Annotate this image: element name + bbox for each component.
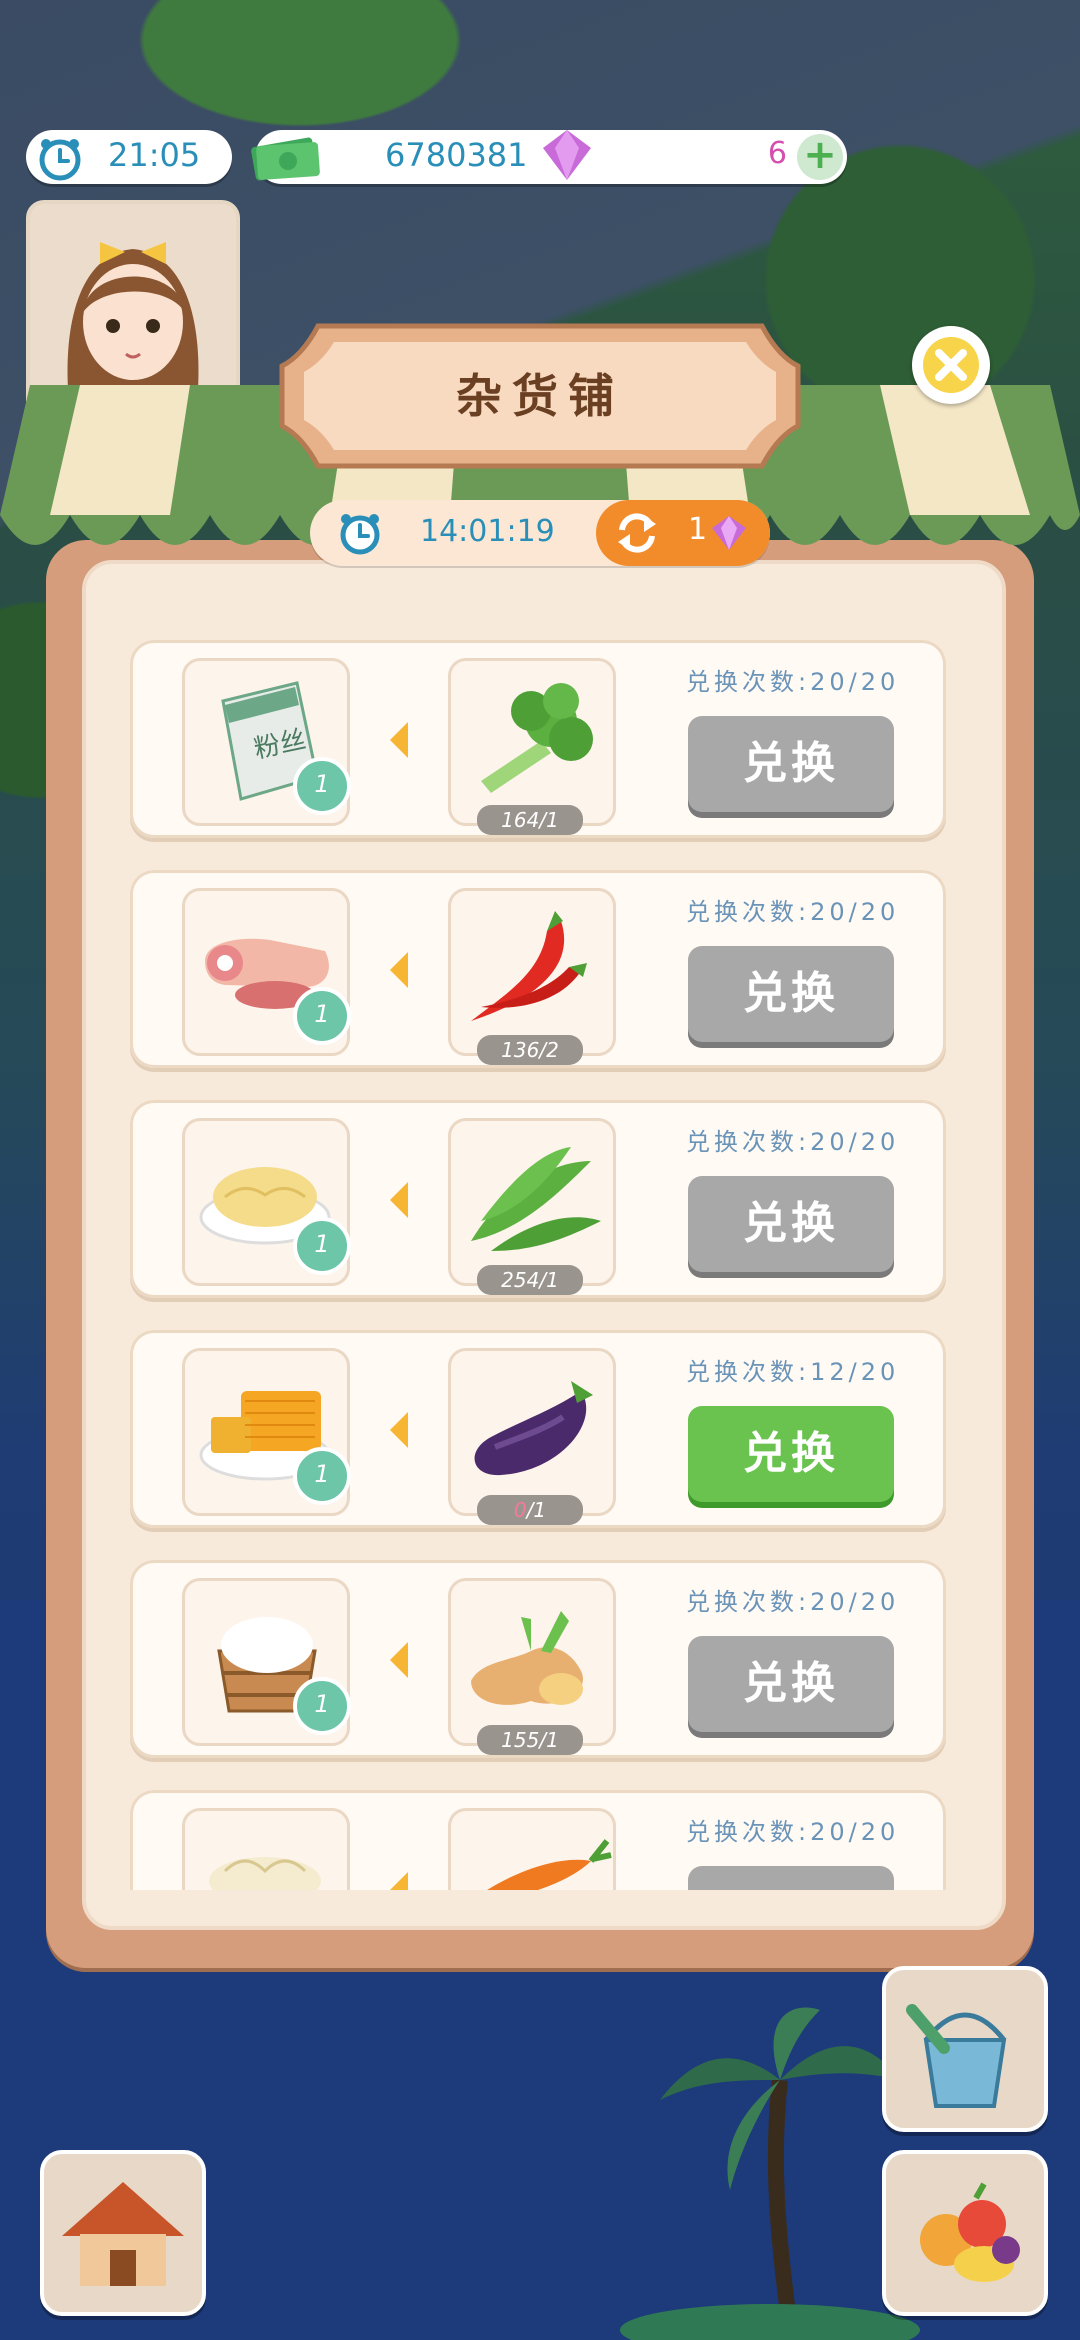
clock-pill: 21:05 — [26, 130, 232, 184]
give-qty-badge: 1 — [293, 1447, 351, 1505]
shop-title: 杂货铺 — [456, 369, 624, 423]
game-time: 21:05 — [108, 136, 201, 174]
refresh-countdown: 14:01:19 — [420, 514, 555, 549]
stock-have: 164 — [501, 808, 540, 832]
get-item-slot: 155/1 — [448, 1578, 616, 1755]
exchange-arrow-icon — [390, 952, 408, 988]
exchange-arrow-icon — [390, 1642, 408, 1678]
refresh-button[interactable]: 1 — [596, 500, 770, 566]
exchange-row: 兑换次数:20/20 兑换 — [130, 1790, 946, 1890]
exchange-row: 1 136/2 兑换次数:20/20 兑换 — [130, 870, 946, 1068]
clock-icon — [39, 139, 81, 181]
refresh-timer-bar: 14:01:19 1 — [310, 500, 770, 566]
home-icon — [62, 2182, 184, 2286]
clock-icon — [340, 514, 380, 555]
close-button[interactable] — [912, 326, 990, 404]
give-item-slot: 1 — [182, 1348, 351, 1516]
give-qty-badge: 1 — [293, 987, 351, 1045]
get-item-slot — [448, 1808, 616, 1890]
stock-count: 155/1 — [477, 1725, 583, 1755]
gem-icon — [712, 516, 746, 550]
dough-slices-icon — [209, 1857, 321, 1890]
exchange-arrow-icon — [390, 1412, 408, 1448]
exchange-count: 兑换次数:20/20 — [686, 1588, 900, 1616]
exchange-row: 1 0/1 兑换次数:12/20 兑换 — [130, 1330, 946, 1528]
exchange-count: 兑换次数:20/20 — [686, 898, 900, 926]
get-item-slot: 164/1 — [448, 658, 616, 835]
give-qty-badge: 1 — [293, 757, 351, 815]
green-bean-icon — [471, 1147, 601, 1251]
ginger-icon — [471, 1611, 583, 1705]
exchange-arrow-icon — [390, 1182, 408, 1218]
exchange-button[interactable]: 兑换 — [688, 716, 894, 812]
stock-have: 254 — [501, 1268, 540, 1292]
home-button[interactable] — [40, 2150, 206, 2316]
close-icon — [923, 337, 979, 393]
money-icon — [251, 137, 320, 181]
stock-count: 254/1 — [477, 1265, 583, 1295]
eggplant-icon — [474, 1381, 593, 1476]
exchange-row: 1 254/1 兑换次数:20/20 兑换 — [130, 1100, 946, 1298]
stock-need: /1 — [539, 1728, 559, 1752]
bucket-button[interactable] — [882, 1966, 1048, 2132]
refresh-cost: 1 — [688, 512, 708, 547]
gem-count: 6 — [767, 136, 787, 171]
fruit-basket-button[interactable] — [882, 2150, 1048, 2316]
bucket-icon — [906, 2004, 1007, 2108]
exchange-row: 1 155/1 兑换次数:20/20 兑换 — [130, 1560, 946, 1758]
chili-pepper-icon — [471, 911, 587, 1021]
exchange-count: 兑换次数:12/20 — [686, 1358, 900, 1386]
exchange-arrow-icon — [390, 722, 408, 758]
currency-pill: 6780381 6 + — [251, 130, 847, 184]
carrot-icon — [487, 1839, 612, 1890]
get-item-slot: 136/2 — [448, 888, 616, 1065]
palm-tree-illustration — [620, 2007, 920, 2340]
give-item-slot: 1 — [182, 1118, 351, 1286]
stock-have: 136 — [501, 1038, 540, 1062]
exchange-count: 兑换次数:20/20 — [686, 1128, 900, 1156]
exchange-button[interactable]: 兑换 — [688, 1636, 894, 1732]
stock-need: /1 — [539, 1268, 559, 1292]
exchange-row: 粉丝 1 164/1 兑换次数:20/20 兑换 — [130, 640, 946, 838]
exchange-count: 兑换次数:20/20 — [686, 668, 900, 696]
avatar-portrait — [67, 242, 199, 414]
exchange-list[interactable]: 粉丝 1 164/1 兑换次数:20/20 兑换 1 136/2 兑换次数:20… — [82, 600, 998, 1890]
stock-need: /2 — [539, 1038, 559, 1062]
celery-icon — [481, 683, 593, 793]
exchange-button[interactable]: 兑换 — [688, 1176, 894, 1272]
get-item-slot: 0/1 — [448, 1348, 616, 1525]
stock-count: 0/1 — [477, 1495, 583, 1525]
stock-have: 0 — [513, 1498, 527, 1522]
stock-count: 136/2 — [477, 1035, 583, 1065]
give-qty-badge: 1 — [293, 1677, 351, 1735]
give-item-slot: 1 — [182, 888, 351, 1056]
refresh-icon — [618, 513, 656, 553]
add-gems-button[interactable]: + — [797, 134, 843, 180]
fruit-basket-icon — [920, 2182, 1020, 2282]
exchange-count: 兑换次数:20/20 — [686, 1818, 900, 1846]
stock-need: /1 — [539, 808, 559, 832]
exchange-button[interactable]: 兑换 — [688, 946, 894, 1042]
exchange-button[interactable]: 兑换 — [688, 1406, 894, 1502]
exchange-button[interactable]: 兑换 — [688, 1866, 894, 1890]
gem-icon — [543, 130, 591, 180]
give-item-slot: 1 — [182, 1578, 351, 1746]
get-item-slot: 254/1 — [448, 1118, 616, 1295]
give-item-slot: 粉丝 1 — [182, 658, 351, 826]
stock-have: 155 — [501, 1728, 540, 1752]
stock-need: /1 — [526, 1498, 547, 1522]
give-item-slot — [182, 1808, 350, 1890]
exchange-arrow-icon — [390, 1872, 408, 1890]
give-qty-badge: 1 — [293, 1217, 351, 1275]
stock-count: 164/1 — [477, 805, 583, 835]
